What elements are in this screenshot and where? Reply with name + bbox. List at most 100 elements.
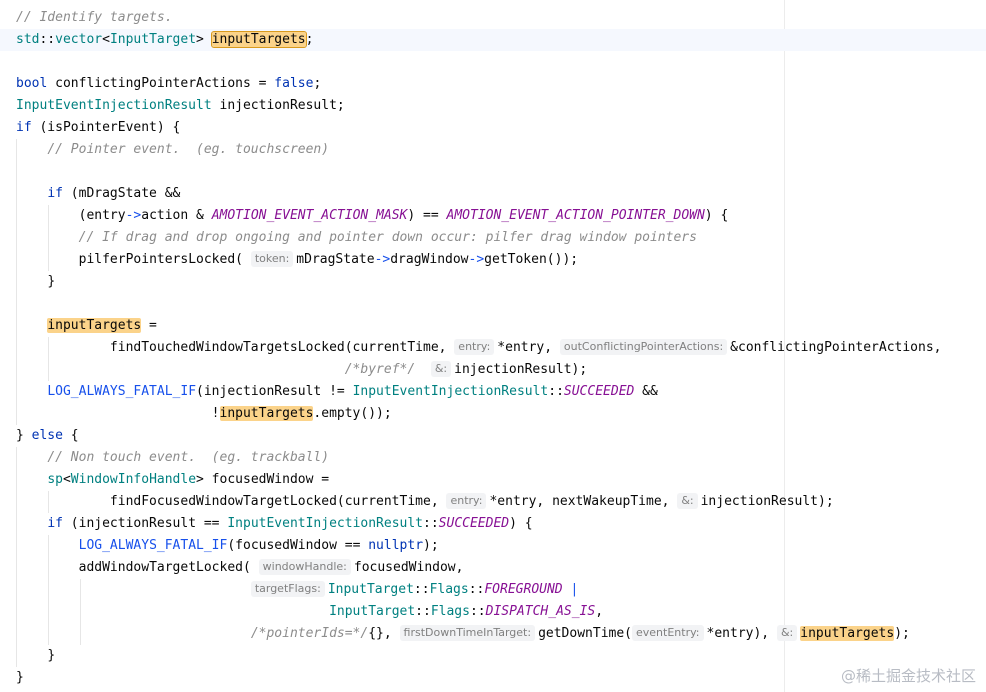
code-line: if (mDragState && [16, 183, 986, 205]
operator: -> [374, 252, 391, 267]
indent-guide [48, 579, 49, 601]
keyword: false [274, 76, 314, 91]
parameter-hint: entry: [454, 339, 495, 355]
type-name: WindowInfoHandle [70, 472, 197, 487]
parameter-hint: entry: [446, 493, 487, 509]
code-line: InputEventInjectionResult injectionResul… [16, 95, 986, 117]
constant: AMOTION_EVENT_ACTION_MASK [211, 208, 408, 223]
indent-guide [80, 579, 81, 601]
scope-separator: :: [413, 582, 430, 597]
comment: /*pointerIds=*/ [250, 626, 369, 641]
code-text: ) { [509, 516, 533, 531]
indent-guide [16, 491, 17, 513]
code-line-empty [16, 161, 986, 183]
constant: AMOTION_EVENT_ACTION_POINTER_DOWN [446, 208, 705, 223]
highlighted-identifier[interactable]: inputTargets [210, 31, 307, 48]
code-text: (isPointerEvent) { [31, 120, 181, 135]
indent-guide [16, 139, 17, 161]
code-editor[interactable]: // Identify targets. std::vector<InputTa… [0, 0, 986, 692]
code-line: InputTarget::Flags::DISPATCH_AS_IS, [16, 601, 986, 623]
type-name: Flags [430, 604, 470, 619]
indent-guide [16, 513, 17, 535]
indent-guide [16, 557, 17, 579]
code-line: if (isPointerEvent) { [16, 117, 986, 139]
code-text: (entry [78, 208, 126, 223]
code-line: } [16, 645, 986, 667]
brace: } [47, 274, 56, 289]
code-text: ); [894, 626, 910, 641]
indent-guide [48, 557, 49, 579]
code-line: // If drag and drop ongoing and pointer … [16, 227, 986, 249]
code-line-empty [16, 293, 986, 315]
highlighted-identifier[interactable]: inputTargets [47, 318, 142, 333]
indent-guide [16, 161, 17, 183]
indent-guide [16, 469, 17, 491]
code-text: *entry), [706, 626, 777, 641]
code-text: (injectionResult != [196, 384, 353, 399]
code-line: addWindowTargetLocked( windowHandle: focu… [16, 557, 986, 579]
code-text: &conflictingPointerActions, [730, 340, 942, 355]
code-line-current: std::vector<InputTarget> inputTargets; [0, 29, 986, 51]
indent-guide [48, 623, 49, 645]
indent-guide [48, 491, 49, 513]
keyword: bool [16, 76, 48, 91]
indent-guide [16, 337, 17, 359]
type-name: InputEventInjectionResult [352, 384, 549, 399]
type-name: InputEventInjectionResult [227, 516, 424, 531]
indent-guide [80, 601, 81, 623]
type-name: Flags [429, 582, 469, 597]
brace: } [47, 648, 56, 663]
indent-guide [16, 183, 17, 205]
code-text: && [634, 384, 658, 399]
scope-separator: :: [423, 516, 439, 531]
code-text: getToken()); [484, 252, 579, 267]
highlighted-identifier[interactable]: inputTargets [800, 626, 895, 641]
parameter-hint: firstDownTimeInTarget: [399, 625, 536, 641]
constant: FOREGROUND [484, 582, 563, 597]
parameter-hint: eventEntry: [632, 625, 704, 641]
indent-guide [80, 623, 81, 645]
indent-guide [48, 359, 49, 381]
code-line: inputTargets = [16, 315, 986, 337]
code-text: = [141, 318, 157, 333]
keyword: if [16, 120, 32, 135]
constant: DISPATCH_AS_IS [485, 604, 596, 619]
keyword: else [31, 428, 63, 443]
code-line: LOG_ALWAYS_FATAL_IF(injectionResult != I… [16, 381, 986, 403]
indent-guide [48, 535, 49, 557]
code-text: (mDragState && [62, 186, 181, 201]
code-text: injectionResult; [211, 98, 345, 113]
keyword: if [47, 516, 63, 531]
scope-separator: :: [548, 384, 564, 399]
parameter-hint: token: [250, 251, 294, 267]
indent-guide [16, 205, 17, 227]
comment: // Non touch event. (eg. trackball) [47, 450, 330, 465]
operator: ! [211, 406, 220, 421]
indent-guide [16, 227, 17, 249]
indent-guide [16, 381, 17, 403]
comment: // Pointer event. (eg. touchscreen) [47, 142, 330, 157]
indent-guide [48, 227, 49, 249]
brace: } [16, 670, 24, 685]
operator: -> [468, 252, 485, 267]
code-line: if (injectionResult == InputEventInjecti… [16, 513, 986, 535]
comment: /*byref*/ [344, 362, 416, 377]
code-text: ); [423, 538, 439, 553]
code-line: // Non touch event. (eg. trackball) [16, 447, 986, 469]
code-line: sp<WindowInfoHandle> focusedWindow = [16, 469, 986, 491]
code-line: // Identify targets. [16, 7, 986, 29]
code-line: } [16, 271, 986, 293]
code-lines: // Identify targets. std::vector<InputTa… [0, 7, 986, 689]
code-text: conflictingPointerActions = [47, 76, 275, 91]
code-text: ) == [407, 208, 447, 223]
code-line: pilferPointersLocked( token: mDragState->… [16, 249, 986, 271]
code-text: mDragState [296, 252, 375, 267]
highlighted-identifier[interactable]: inputTargets [219, 406, 314, 421]
constant: SUCCEEDED [438, 516, 510, 531]
code-text: focusedWindow, [353, 560, 464, 575]
macro: LOG_ALWAYS_FATAL_IF [47, 384, 197, 399]
indent-guide [16, 579, 17, 601]
operator: -> [125, 208, 142, 223]
code-text: action & [141, 208, 212, 223]
